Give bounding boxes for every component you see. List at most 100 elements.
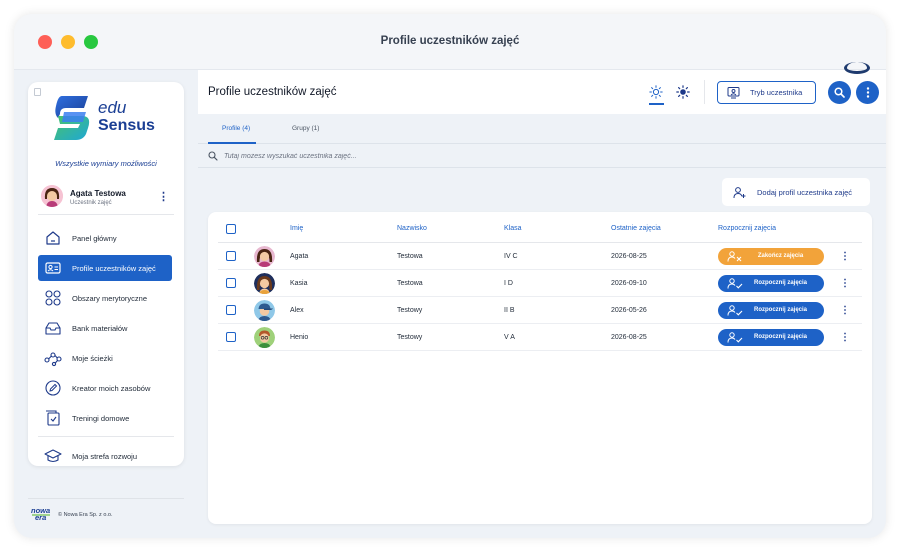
app-window: Profile uczestników zajęć edu Sensus Wsz… [14,14,886,538]
tab-groups[interactable]: Grupy (1) [292,125,319,132]
participant-mode-label: Tryb uczestnika [750,88,803,97]
search-button[interactable] [828,81,851,104]
footer-divider [28,498,184,499]
user-role: Uczestnik zajęć [70,200,112,206]
user-x-icon [727,251,742,262]
add-user-icon [733,186,746,198]
row-checkbox[interactable] [226,332,236,342]
tabs-bar: Profile (4) Grupy (1) [198,114,886,144]
sidebar-item-label: Kreator moich zasobów [72,383,151,393]
select-all-checkbox[interactable] [226,224,236,234]
column-header-start-session: Rozpocznij zajęcia [718,225,776,232]
column-header-class[interactable]: Klasa [504,225,522,232]
user-menu-icon[interactable]: ⋮ [158,190,169,204]
sidebar-item-panel[interactable]: Panel główny [38,225,172,251]
nav-divider [38,214,174,215]
sidebar-item-areas[interactable]: Obszary merytoryczne [38,285,172,311]
sidebar-item-label: Obszary merytoryczne [72,293,148,303]
search-row [198,144,886,168]
sidebar-item-profiles[interactable]: Profile uczestników zajęć [38,255,172,281]
column-header-first-name[interactable]: Imię [290,225,303,232]
sidebar-item-materials[interactable]: Bank materiałów [38,315,172,341]
nav-divider [38,436,174,437]
cell-last-session: 2026-08-25 [611,253,647,260]
sidebar-item-label: Moja strefa rozwoju [72,451,138,461]
boy-avatar-icon [254,300,275,321]
nowa-era-logo-icon: nowa era [31,506,50,522]
participant-avatar [254,273,275,294]
cell-first-name: Kasia [290,280,308,287]
cell-class: IV C [504,253,518,260]
row-divider [218,350,862,351]
end-session-label: Zakończ zajęcia [757,253,804,259]
sidebar-item-paths[interactable]: Moje ścieżki [38,345,172,371]
cell-first-name: Agata [290,253,309,260]
contrast-theme-icon[interactable] [676,85,690,99]
participant-avatar [254,246,275,267]
light-theme-icon[interactable] [649,85,663,99]
user-check-icon [727,278,743,289]
graduation-cap-icon [44,449,62,463]
participant-avatar [254,300,275,321]
participant-mode-button[interactable]: Tryb uczestnika [717,81,816,104]
brand-word-edu: edu [98,98,127,117]
cell-last-session: 2026-05-26 [611,307,647,314]
id-card-icon [45,262,61,274]
add-profile-button[interactable]: Dodaj profil uczestnika zajęć [722,178,870,206]
table-row[interactable]: Henio Testowy V A 2026-08-25 Rozpocznij … [208,324,872,351]
participants-table: Imię Nazwisko Klasa Ostatnie zajęcia Roz… [208,212,872,524]
row-menu-icon[interactable]: ⋮ [840,250,850,264]
cell-class: I D [504,280,513,287]
sidebar-item-development[interactable]: Moja strefa rozwoju [38,443,172,469]
row-menu-icon[interactable]: ⋮ [840,331,850,345]
column-header-last-session[interactable]: Ostatnie zajęcia [611,225,661,232]
kebab-menu-icon [866,87,869,98]
monitor-user-icon [727,87,740,99]
start-session-label: Rozpocznij zajęcia [753,280,807,286]
row-checkbox[interactable] [226,251,236,261]
table-row[interactable]: Agata Testowa IV C 2026-08-25 Zakończ za… [208,243,872,270]
search-icon [834,87,845,98]
start-session-button[interactable]: Rozpocznij zajęcia [718,302,824,319]
table-row[interactable]: Kasia Testowa I D 2026-09-10 Rozpocznij … [208,270,872,297]
sidebar-item-home-training[interactable]: Treningi domowe [38,405,172,431]
participant-avatar [254,327,275,348]
cell-last-name: Testowa [397,253,423,260]
edusensus-logo-icon [54,96,90,140]
row-menu-icon[interactable]: ⋮ [840,277,850,291]
start-session-label: Rozpocznij zajęcia [753,307,807,313]
sidebar-item-creator[interactable]: Kreator moich zasobów [38,375,172,401]
start-session-button[interactable]: Rozpocznij zajęcia [718,329,824,346]
search-input[interactable] [224,150,624,162]
user-name: Agata Testowa [70,189,126,198]
cell-last-session: 2026-09-10 [611,280,647,287]
start-session-label: Rozpocznij zajęcia [753,334,807,340]
cell-first-name: Alex [290,307,304,314]
cell-last-name: Testowy [397,334,423,341]
cell-last-name: Testowa [397,280,423,287]
floating-widget-edge [844,62,870,74]
end-session-button[interactable]: Zakończ zajęcia [718,248,824,265]
more-options-button[interactable] [856,81,879,104]
cell-class: V A [504,334,515,341]
row-menu-icon[interactable]: ⋮ [840,304,850,318]
inbox-stack-icon [45,322,61,335]
sidebar-item-label: Moje ścieżki [72,353,113,363]
sidebar-item-label: Profile uczestników zajęć [72,263,156,273]
start-session-button[interactable]: Rozpocznij zajęcia [718,275,824,292]
cell-last-name: Testowy [397,307,423,314]
row-checkbox[interactable] [226,305,236,315]
cell-class: II B [504,307,515,314]
boy-avatar-icon [254,327,275,348]
tab-profiles[interactable]: Profile (4) [222,125,250,132]
collapse-sidebar-icon[interactable] [34,88,41,96]
table-row[interactable]: Alex Testowy II B 2026-05-26 Rozpocznij … [208,297,872,324]
add-profile-label: Dodaj profil uczestnika zajęć [757,187,853,197]
page-title: Profile uczestników zajęć [208,86,337,98]
user-avatar-icon [41,185,63,207]
column-header-last-name[interactable]: Nazwisko [397,225,427,232]
home-icon [46,231,60,245]
user-avatar[interactable] [41,185,63,207]
brand-word-sensus: Sensus [98,117,155,134]
row-checkbox[interactable] [226,278,236,288]
